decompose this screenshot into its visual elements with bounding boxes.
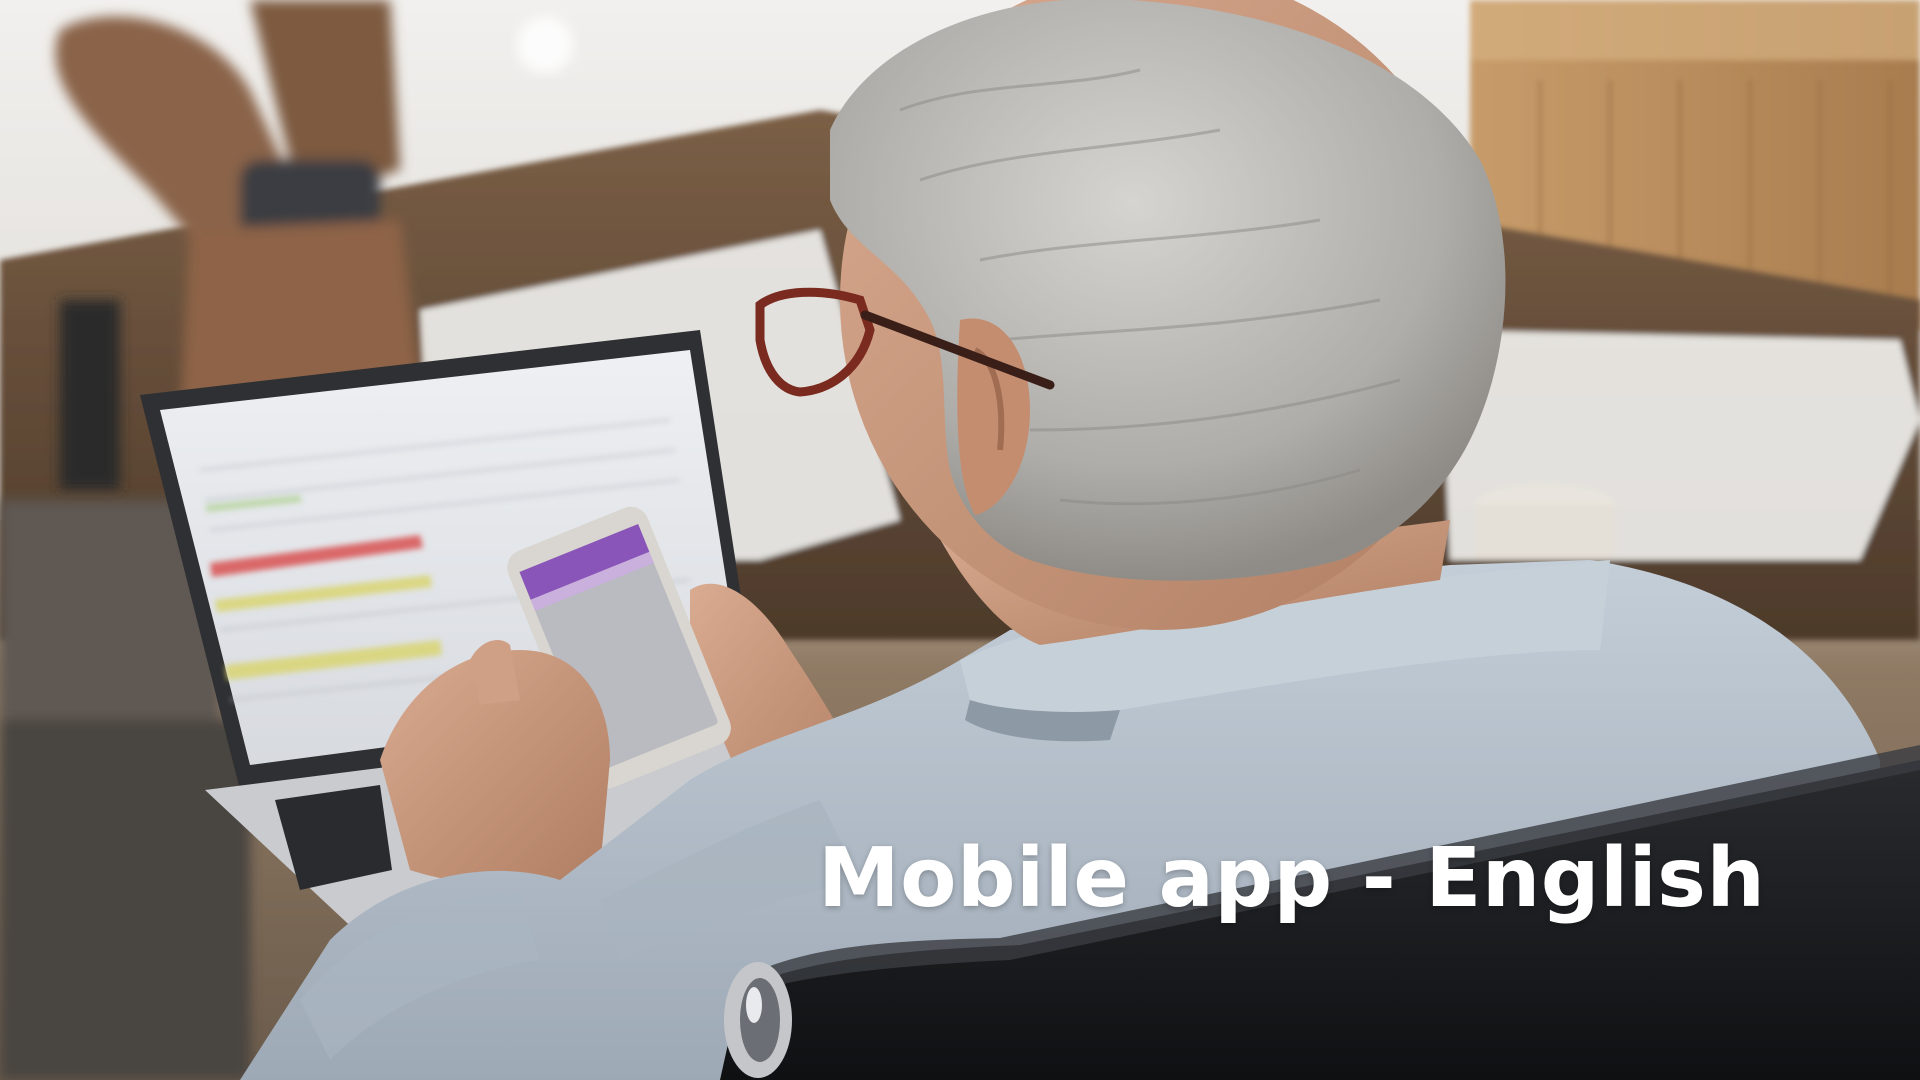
slide: Mobile app - English: [0, 0, 1920, 1080]
slide-caption: Mobile app - English: [818, 831, 1766, 926]
